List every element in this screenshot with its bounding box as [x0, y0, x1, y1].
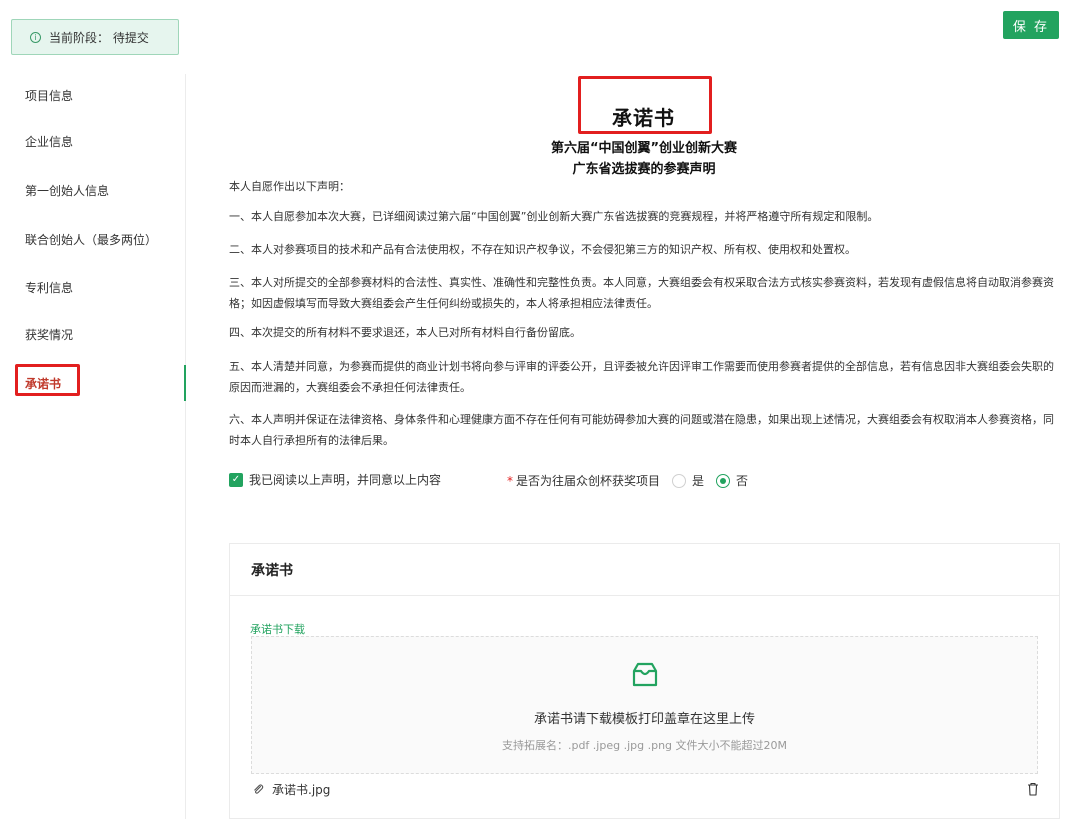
declaration-item-5: 五、本人清楚并同意，为参赛而提供的商业计划书将向参与评审的评委公开，且评委被允许… [229, 360, 1054, 394]
required-mark: * [507, 473, 513, 488]
award-option-yes-label[interactable]: 是 [692, 472, 704, 489]
declaration-item-2: 二、本人对参赛项目的技术和产品有合法使用权，不存在知识产权争议，不会侵犯第三方的… [229, 243, 856, 256]
award-radio-yes[interactable] [672, 473, 687, 488]
dropzone-text: 承诺书请下载模板打印盖章在这里上传 [533, 712, 755, 727]
sidebar-item-co-founders[interactable]: 联合创始人（最多两位） [25, 231, 157, 248]
upload-dropzone[interactable]: 承诺书请下载模板打印盖章在这里上传 支持拓展名：.pdf .jpeg .jpg … [251, 636, 1038, 774]
agree-checkbox[interactable]: ✓ [229, 472, 243, 487]
agree-label[interactable]: 我已阅读以上声明，并同意以上内容 [249, 471, 441, 488]
agree-row: ✓ 我已阅读以上声明，并同意以上内容 [229, 471, 441, 488]
upload-card-title: 承诺书 [230, 544, 1059, 596]
award-question-label: 是否为往届众创杯获奖项目 [516, 474, 661, 488]
declaration-item-6: 六、本人声明并保证在法律资格、身体条件和心理健康方面不存在任何有可能妨碍参加大赛… [229, 413, 1054, 447]
sidebar-item-first-founder[interactable]: 第一创始人信息 [25, 182, 109, 199]
declaration-intro: 本人自愿作出以下声明： [229, 180, 350, 193]
sidebar-item-project-info[interactable]: 项目信息 [25, 87, 73, 104]
doc-subtitle-1: 第六届“中国创翼”创业创新大赛 [550, 141, 738, 156]
trash-icon[interactable] [1027, 782, 1039, 796]
declaration-item-3: 三、本人对所提交的全部参赛材料的合法性、真实性、准确性和完整性负责。本人同意，大… [229, 276, 1054, 310]
stage-text: 当前阶段： 待提交 [49, 30, 149, 45]
sidebar-item-awards[interactable]: 获奖情况 [25, 326, 73, 343]
download-template-link[interactable]: 承诺书下载 [250, 621, 305, 637]
award-question-row: * 是否为往届众创杯获奖项目 是 否 [507, 472, 748, 489]
highlight-box-title [578, 76, 712, 134]
declaration-item-4: 四、本次提交的所有材料不要求退还，本人已对所有材料自行备份留底。 [229, 326, 581, 339]
declaration-item-1: 一、本人自愿参加本次大赛，已详细阅读过第六届“中国创翼”创业创新大赛广东省选拔赛… [229, 210, 879, 223]
paperclip-icon [254, 784, 264, 794]
highlight-box-sidebar [15, 364, 80, 396]
uploaded-file-row: 承诺书.jpg [252, 780, 1039, 798]
sidebar-item-patents[interactable]: 专利信息 [25, 279, 73, 296]
stage-badge: i 当前阶段： 待提交 [11, 19, 179, 55]
save-button[interactable]: 保 存 [1003, 11, 1059, 39]
upload-card: 承诺书 承诺书下载 承诺书请下载模板打印盖章在这里上传 支持拓展名：.pdf .… [229, 543, 1060, 819]
sidebar: 项目信息 企业信息 第一创始人信息 联合创始人（最多两位） 专利信息 获奖情况 … [0, 74, 186, 819]
dropzone-hint: 支持拓展名：.pdf .jpeg .jpg .png 文件大小不能超过20M [501, 739, 788, 752]
award-option-no-label[interactable]: 否 [736, 472, 748, 489]
doc-subtitle-2: 广东省选拔赛的参赛声明 [572, 162, 716, 177]
award-radio-no[interactable] [716, 473, 731, 488]
info-icon: i [30, 31, 41, 43]
uploaded-file-name[interactable]: 承诺书.jpg [272, 781, 330, 798]
active-indicator [184, 365, 186, 401]
inbox-icon [632, 662, 658, 687]
